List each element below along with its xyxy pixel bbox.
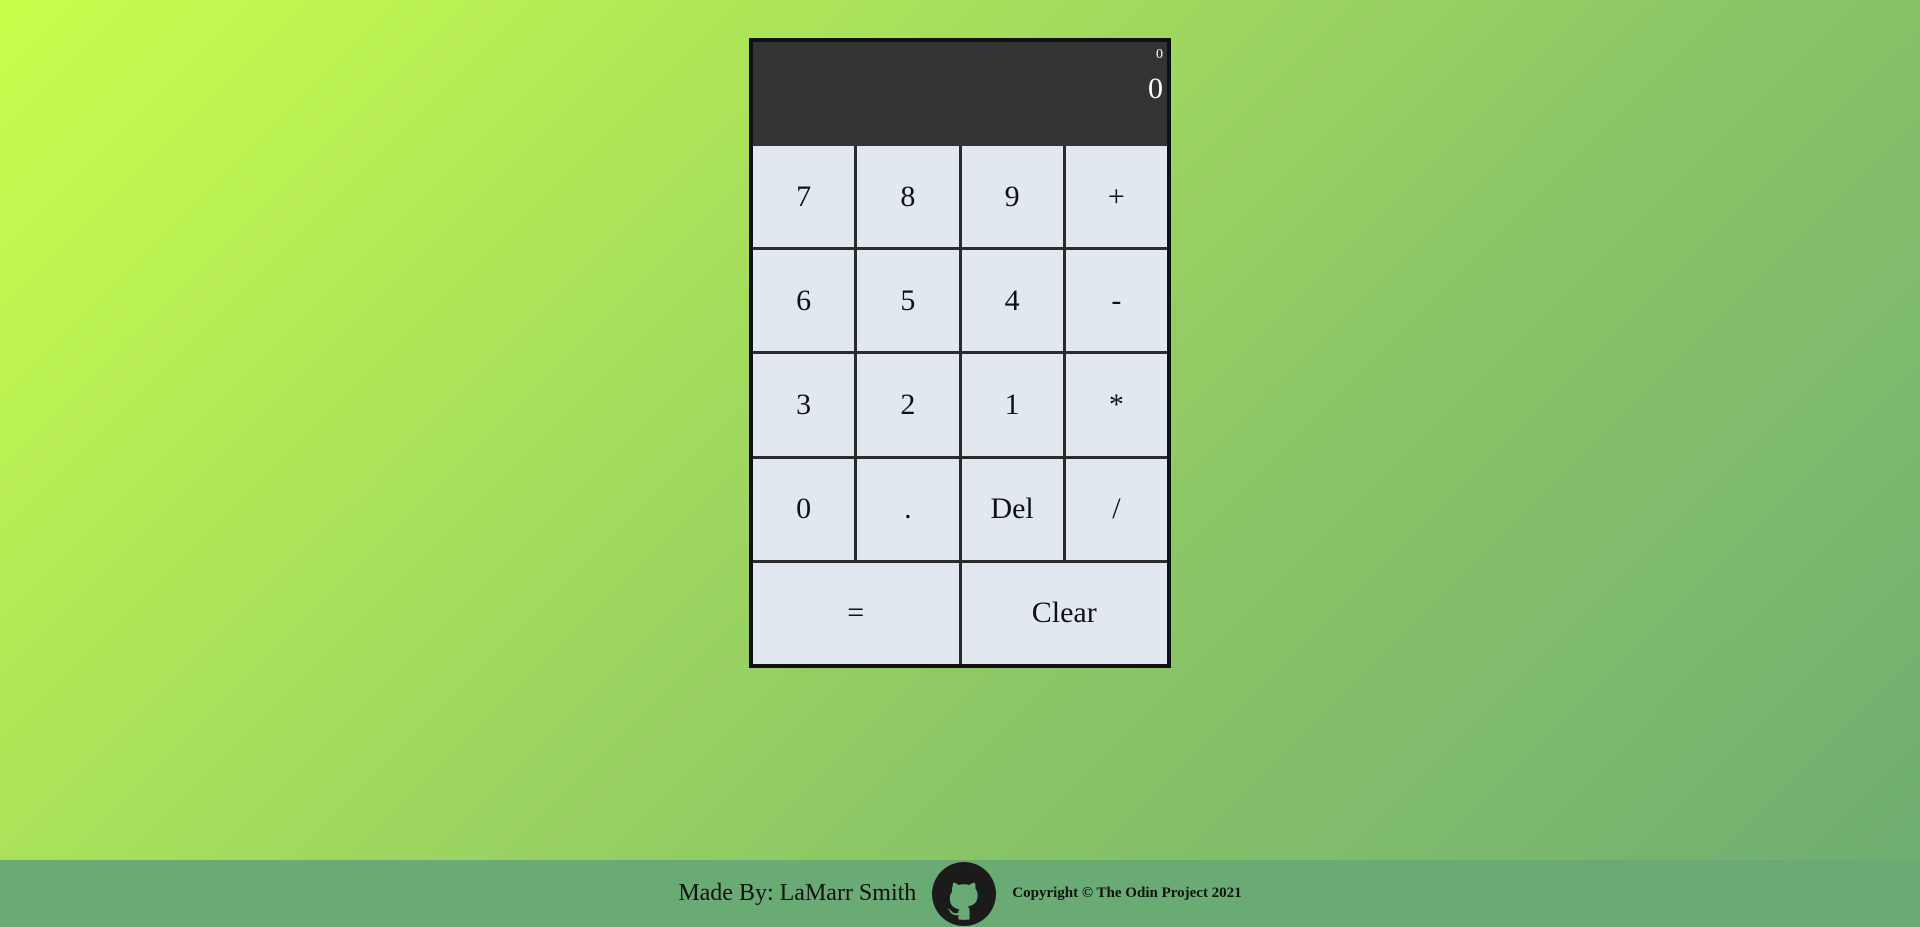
key-1[interactable]: 1	[961, 354, 1063, 456]
author-credit: Made By: LaMarr Smith	[678, 880, 917, 906]
key-6[interactable]: 6	[753, 250, 855, 352]
key-3[interactable]: 3	[753, 354, 855, 456]
calculator-display: 0 0	[753, 42, 1167, 146]
calculator: 0 0 7 8 9 + 6 5 4 - 3 2 1 * 0 . Del / = …	[749, 38, 1171, 668]
previous-operand: 0	[1156, 47, 1163, 62]
key-divide[interactable]: /	[1065, 458, 1167, 560]
key-7[interactable]: 7	[753, 146, 855, 248]
keypad: 7 8 9 + 6 5 4 - 3 2 1 * 0 . Del / = Clea…	[753, 146, 1167, 664]
key-9[interactable]: 9	[961, 146, 1063, 248]
current-operand: 0	[1148, 72, 1163, 105]
key-8[interactable]: 8	[857, 146, 959, 248]
key-clear[interactable]: Clear	[961, 562, 1167, 664]
key-4[interactable]: 4	[961, 250, 1063, 352]
github-icon	[932, 861, 997, 926]
key-decimal[interactable]: .	[857, 458, 959, 560]
github-link[interactable]	[932, 861, 997, 926]
key-multiply[interactable]: *	[1065, 354, 1167, 456]
key-0[interactable]: 0	[753, 458, 855, 560]
key-equals[interactable]: =	[753, 562, 959, 664]
key-subtract[interactable]: -	[1065, 250, 1167, 352]
key-add[interactable]: +	[1065, 146, 1167, 248]
key-2[interactable]: 2	[857, 354, 959, 456]
footer: Made By: LaMarr Smith Copyright © The Od…	[0, 860, 1920, 927]
key-delete[interactable]: Del	[961, 458, 1063, 560]
key-5[interactable]: 5	[857, 250, 959, 352]
copyright-notice: Copyright © The Odin Project 2021	[1012, 885, 1242, 901]
